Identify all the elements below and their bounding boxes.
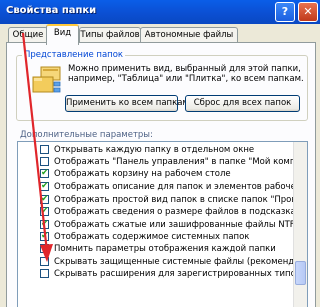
tab-general[interactable]: Общие bbox=[8, 27, 48, 43]
tab-view[interactable]: Вид bbox=[46, 24, 79, 45]
setting-row[interactable]: ✔ Отображать корзину на рабочем столе bbox=[18, 168, 298, 180]
setting-row[interactable]: Открывать каждую папку в отдельном окне bbox=[18, 144, 298, 156]
setting-row[interactable]: ✔ Отображать сжатые или зашифрованные фа… bbox=[18, 219, 307, 231]
folder-view-legend: Представление папок bbox=[22, 50, 126, 60]
window-title: Свойства папки bbox=[6, 5, 97, 16]
setting-row[interactable]: Скрывать защищенные системные файлы (рек… bbox=[18, 256, 307, 268]
setting-checkbox[interactable] bbox=[40, 157, 49, 166]
setting-checkbox[interactable] bbox=[40, 145, 49, 154]
setting-row[interactable]: ✔ Отображать содержимое системных папок bbox=[18, 231, 298, 243]
title-bar[interactable]: Свойства папки ? ✕ bbox=[0, 0, 320, 24]
setting-row[interactable]: ✔ Отображать простой вид папок в списке … bbox=[18, 194, 307, 206]
setting-row[interactable]: Скрывать расширения для зарегистрированн… bbox=[18, 268, 307, 280]
setting-checkbox[interactable]: ✔ bbox=[40, 232, 49, 241]
setting-label: Отображать сжатые или зашифрованные файл… bbox=[54, 220, 308, 230]
setting-checkbox[interactable] bbox=[40, 269, 49, 278]
list-scrollbar[interactable] bbox=[293, 142, 307, 307]
setting-row[interactable]: Отображать "Панель управления" в папке "… bbox=[18, 156, 307, 168]
setting-label: Скрывать расширения для зарегистрированн… bbox=[54, 269, 308, 279]
setting-label: Отображать сведения о размере файлов в п… bbox=[54, 207, 308, 217]
advanced-settings-list[interactable]: Открывать каждую папку в отдельном окне … bbox=[17, 141, 308, 307]
folder-view-description: Можно применить вид, выбранный для этой … bbox=[68, 64, 304, 84]
setting-label: Открывать каждую папку в отдельном окне bbox=[54, 145, 255, 155]
setting-label: Помнить параметры отображения каждой пап… bbox=[54, 244, 276, 254]
setting-label: Скрывать защищенные системные файлы (рек… bbox=[54, 257, 308, 267]
folder-view-icon bbox=[32, 66, 61, 93]
reset-all-folders-button[interactable]: Сброс для всех папок bbox=[185, 95, 300, 112]
setting-checkbox[interactable]: ✔ bbox=[40, 195, 49, 204]
setting-row[interactable]: ✔ Отображать сведения о размере файлов в… bbox=[18, 206, 307, 218]
setting-checkbox[interactable]: ✔ bbox=[40, 169, 49, 178]
setting-label: Отображать простой вид папок в списке па… bbox=[54, 195, 308, 205]
setting-label: Отображать содержимое системных папок bbox=[54, 232, 250, 242]
tab-file-types[interactable]: Типы файлов bbox=[79, 27, 141, 43]
setting-label: Отображать корзину на рабочем столе bbox=[54, 169, 231, 179]
close-button[interactable]: ✕ bbox=[298, 2, 318, 22]
setting-checkbox[interactable]: ✔ bbox=[40, 182, 49, 191]
setting-row[interactable]: ✔ Отображать описание для папок и элемен… bbox=[18, 181, 307, 193]
setting-checkbox[interactable] bbox=[40, 257, 49, 266]
setting-checkbox[interactable]: ✔ bbox=[40, 220, 49, 229]
setting-checkbox[interactable] bbox=[40, 244, 49, 253]
folder-options-window: Свойства папки ? ✕ Общие Вид Типы файлов… bbox=[0, 0, 320, 307]
apply-to-all-folders-button[interactable]: Применить ко всем папкам bbox=[65, 95, 189, 112]
help-button[interactable]: ? bbox=[275, 2, 295, 22]
advanced-settings-label: Дополнительные параметры: bbox=[20, 130, 153, 140]
tab-offline-files[interactable]: Автономные файлы bbox=[140, 27, 238, 43]
setting-row[interactable]: Помнить параметры отображения каждой пап… bbox=[18, 243, 298, 255]
setting-label: Отображать "Панель управления" в папке "… bbox=[54, 157, 308, 167]
scrollbar-thumb[interactable] bbox=[295, 261, 306, 285]
setting-checkbox[interactable]: ✔ bbox=[40, 207, 49, 216]
setting-label: Отображать описание для папок и элементо… bbox=[54, 182, 308, 192]
